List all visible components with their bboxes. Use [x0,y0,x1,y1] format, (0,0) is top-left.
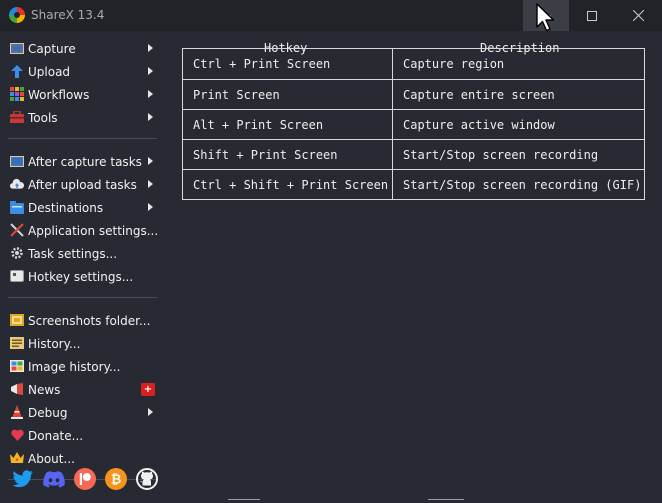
menu-item-capture[interactable]: Capture [0,37,163,60]
after-capture-icon [10,154,24,168]
menu-separator [8,297,157,298]
menu-item-workflows[interactable]: Workflows [0,83,163,106]
after-upload-icon [10,177,24,191]
window-title: ShareX 13.4 [31,8,105,22]
history-icon [10,336,24,350]
svg-text:₿: ₿ [111,473,122,488]
menu-item-task-settings[interactable]: Task settings... [0,242,163,265]
menu-item-after-upload-tasks[interactable]: After upload tasks [0,173,163,196]
task-settings-icon [10,246,24,260]
destinations-icon [10,200,24,214]
menu-item-application-settings[interactable]: Application settings... [0,219,163,242]
table-row: Alt + Print Screen Capture active window [182,109,645,140]
menu-item-label: Capture [28,41,76,56]
menu-item-label: Debug [28,405,68,420]
menu-item-screenshots-folder[interactable]: Screenshots folder... [0,309,163,332]
table-row: Print Screen Capture entire screen [182,79,645,110]
menu-item-label: Hotkey settings... [28,269,134,284]
folder-icon [10,313,24,327]
submenu-arrow-icon [148,44,153,52]
hotkey-table: Ctrl + Print Screen Capture region Print… [182,48,645,200]
hotkey-cell: Ctrl + Shift + Print Screen [182,169,393,200]
menu-item-tools[interactable]: Tools [0,106,163,129]
bottom-edge-mark [228,499,260,500]
discord-icon[interactable] [42,467,66,491]
hotkey-cell: Print Screen [182,79,393,110]
submenu-arrow-icon [148,408,153,416]
menu-item-label: Screenshots folder... [28,313,151,328]
menu-item-debug[interactable]: Debug [0,401,163,424]
image-history-icon [10,359,24,373]
menu-item-label: About... [28,451,75,466]
menu-item-upload[interactable]: Upload [0,60,163,83]
menu-item-label: After capture tasks [28,154,142,169]
twitter-icon[interactable] [11,467,35,491]
tools-icon [10,110,24,124]
menu-item-label: Task settings... [28,246,118,261]
menu-separator [8,138,157,139]
github-icon[interactable] [135,467,159,491]
menu-item-label: Workflows [28,87,90,102]
capture-icon [10,41,24,55]
heart-icon [10,428,24,442]
description-cell: Capture active window [392,109,645,140]
menu-item-label: Destinations [28,200,104,215]
title-bar: ShareX 13.4 [0,0,662,31]
patreon-icon[interactable] [73,467,97,491]
description-cell: Capture entire screen [392,79,645,110]
application-settings-icon [10,223,24,237]
menu-item-label: Tools [28,110,58,125]
menu-item-label: Upload [28,64,71,79]
close-button[interactable] [615,0,661,31]
menu-item-news[interactable]: News + [0,378,163,401]
close-icon [632,10,644,21]
description-cell: Start/Stop screen recording [392,139,645,170]
hotkey-cell: Shift + Print Screen [182,139,393,170]
menu-item-label: Application settings... [28,223,159,238]
submenu-arrow-icon [148,180,153,188]
crown-icon [10,451,24,465]
maximize-icon [587,10,597,21]
submenu-arrow-icon [148,113,153,121]
menu-item-history[interactable]: History... [0,332,163,355]
menu-item-label: After upload tasks [28,177,137,192]
bitcoin-icon[interactable]: ₿ [104,467,128,491]
menu-item-label: Image history... [28,359,121,374]
menu-item-after-capture-tasks[interactable]: After capture tasks [0,150,163,173]
debug-icon [10,405,24,419]
sharex-logo-icon [9,7,25,23]
menu-item-label: Donate... [28,428,84,443]
description-cell: Capture region [392,48,645,80]
mouse-cursor-icon [536,3,555,32]
submenu-arrow-icon [148,157,153,165]
submenu-arrow-icon [148,67,153,75]
submenu-arrow-icon [148,203,153,211]
menu-item-hotkey-settings[interactable]: Hotkey settings... [0,265,163,288]
menu-item-label: News [28,382,61,397]
social-links: ₿ [11,467,159,491]
submenu-arrow-icon [148,90,153,98]
menu-item-destinations[interactable]: Destinations [0,196,163,219]
hotkey-cell: Alt + Print Screen [182,109,393,140]
menu-item-image-history[interactable]: Image history... [0,355,163,378]
workflows-icon [10,87,24,101]
table-row: Ctrl + Print Screen Capture region [182,48,645,80]
table-row: Ctrl + Shift + Print Screen Start/Stop s… [182,169,645,200]
menu-item-donate[interactable]: Donate... [0,424,163,447]
news-icon [10,382,24,396]
hotkey-cell: Ctrl + Print Screen [182,48,393,80]
bottom-edge-mark [428,499,464,500]
description-cell: Start/Stop screen recording (GIF) [392,169,645,200]
table-row: Shift + Print Screen Start/Stop screen r… [182,139,645,170]
upload-icon [10,64,24,78]
menu-item-label: History... [28,336,81,351]
news-badge: + [141,383,155,396]
hotkey-settings-icon [10,269,24,283]
main-menu: Capture Upload Workflows Tools After cap… [0,37,163,491]
maximize-button[interactable] [569,0,615,31]
